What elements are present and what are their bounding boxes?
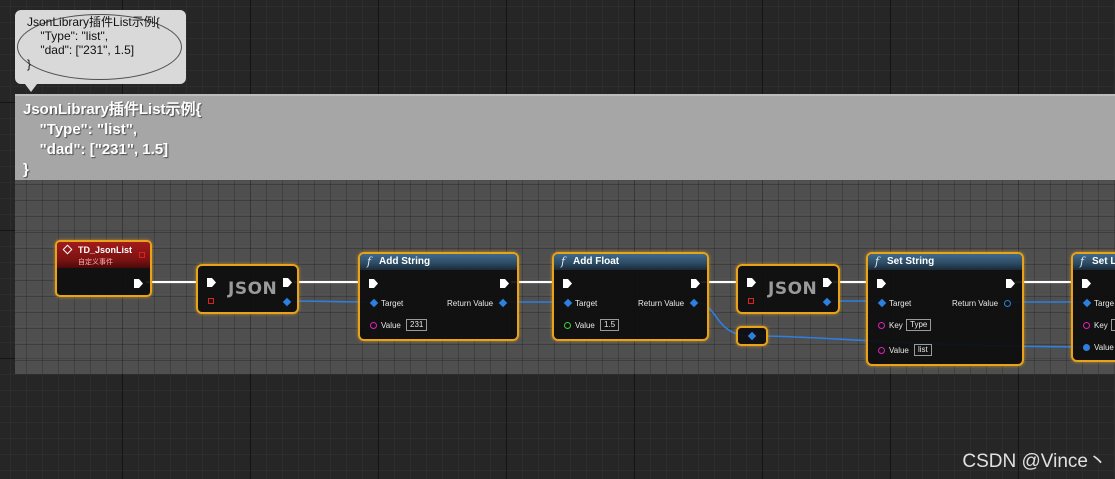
make-json-node-1[interactable]: JSON [196, 264, 299, 314]
red-input-pin[interactable] [208, 298, 214, 304]
key-pin[interactable] [878, 322, 885, 329]
exec-out-pin[interactable] [822, 277, 833, 288]
red-input-pin[interactable] [748, 298, 754, 304]
return-value-pin[interactable] [689, 298, 699, 308]
event-title: TD_JsonList [78, 245, 133, 255]
value-label: Value [575, 321, 595, 330]
value-label: Value [1094, 343, 1114, 352]
function-icon: f [367, 255, 372, 268]
set-list-title: Set L [1092, 256, 1115, 267]
custom-event-node[interactable]: TD_JsonList 自定义事件 [55, 240, 152, 297]
target-pin[interactable] [563, 298, 573, 308]
set-list-node[interactable]: f Set L Targe Key Value [1071, 252, 1115, 362]
event-diamond-icon [62, 244, 73, 255]
add-string-title: Add String [379, 256, 431, 267]
list-value-pin[interactable] [1083, 344, 1090, 351]
key-label: Key [889, 321, 903, 330]
string-value-pin[interactable] [878, 347, 885, 354]
add-float-node[interactable]: f Add Float Target Return Value Value 1.… [552, 252, 709, 341]
exec-out-pin[interactable] [282, 277, 293, 288]
target-pin[interactable] [1082, 298, 1092, 308]
set-string-header: f Set String [868, 254, 1022, 270]
exec-in-pin[interactable] [206, 277, 217, 288]
json-node-label: JSON [768, 279, 818, 299]
function-icon: f [875, 255, 880, 268]
exec-out-pin[interactable] [690, 278, 701, 289]
float-value-pin[interactable] [564, 322, 571, 329]
exec-in-pin[interactable] [368, 278, 379, 289]
exec-in-pin[interactable] [562, 278, 573, 289]
exec-in-pin[interactable] [746, 277, 757, 288]
return-value-label: Return Value [638, 299, 685, 308]
string-value-pin[interactable] [370, 322, 377, 329]
value-input[interactable]: list [914, 344, 932, 356]
return-value-pin[interactable] [1004, 300, 1011, 307]
key-label: Key [1094, 321, 1108, 330]
exec-in-pin[interactable] [1081, 278, 1092, 289]
wires-layer [146, 280, 1087, 348]
return-value-pin[interactable] [498, 298, 508, 308]
target-label: Target [889, 299, 912, 308]
exec-in-pin[interactable] [876, 278, 887, 289]
set-list-header: f Set L [1073, 254, 1115, 270]
value-label: Value [381, 321, 401, 330]
target-pin[interactable] [369, 298, 379, 308]
reroute-pin[interactable] [747, 331, 757, 341]
set-string-node[interactable]: f Set String Target Return Value Key Typ… [866, 252, 1024, 366]
function-icon: f [561, 255, 566, 268]
target-label: Target [575, 299, 598, 308]
function-icon: f [1080, 255, 1085, 268]
make-json-node-2[interactable]: JSON [736, 264, 840, 314]
delegate-pin[interactable] [139, 252, 145, 258]
add-string-node[interactable]: f Add String Target Return Value Value 2… [358, 252, 519, 341]
exec-out-pin[interactable] [1005, 278, 1016, 289]
return-value-label: Return Value [447, 299, 494, 308]
watermark: CSDN @Vince丶 [962, 451, 1107, 472]
target-pin[interactable] [877, 298, 887, 308]
add-float-header: f Add Float [554, 254, 707, 270]
key-pin[interactable] [1083, 322, 1090, 329]
add-string-header: f Add String [360, 254, 517, 270]
key-input[interactable] [1111, 319, 1115, 331]
event-subtitle: 自定义事件 [78, 259, 113, 266]
value-label: Value [889, 346, 909, 355]
target-label: Targe [1094, 299, 1115, 308]
exec-out-pin[interactable] [499, 278, 510, 289]
json-output-pin[interactable] [282, 297, 292, 307]
key-input[interactable]: Type [906, 319, 932, 331]
value-input[interactable]: 1.5 [600, 319, 620, 331]
set-string-title: Set String [887, 256, 935, 267]
json-output-pin[interactable] [822, 297, 832, 307]
reroute-node[interactable] [736, 326, 768, 346]
target-label: Target [381, 299, 404, 308]
return-value-label: Return Value [952, 299, 999, 308]
value-input[interactable]: 231 [406, 319, 428, 331]
exec-out-pin[interactable] [133, 278, 144, 289]
add-float-title: Add Float [573, 256, 620, 267]
event-node-header: TD_JsonList 自定义事件 [57, 242, 150, 268]
json-node-label: JSON [228, 279, 278, 299]
